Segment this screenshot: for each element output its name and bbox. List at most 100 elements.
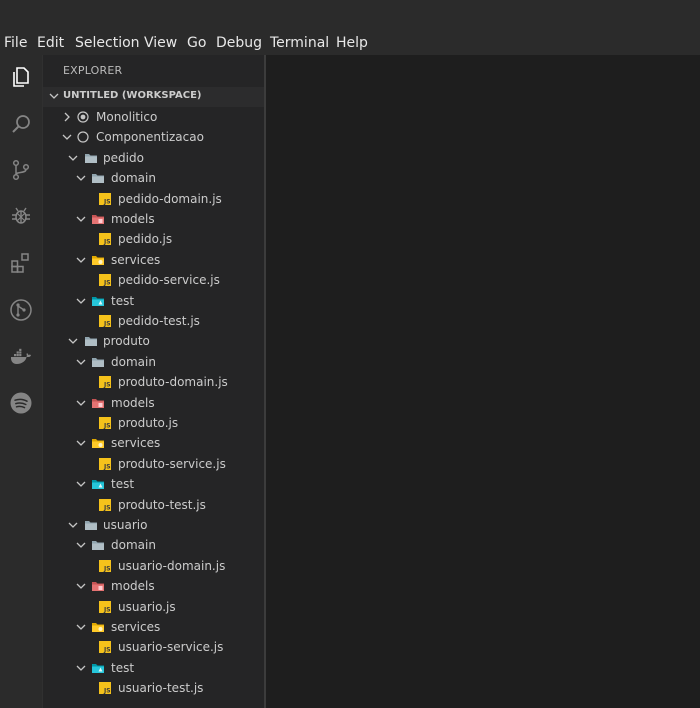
folder-test-icon <box>91 477 105 491</box>
tree-item-label: test <box>111 477 135 492</box>
tree-item-label: usuario-test.js <box>118 681 204 696</box>
tree-folder-produto-domain[interactable]: domain <box>43 352 265 372</box>
spotify-icon[interactable] <box>8 390 34 416</box>
tree-folder-usuario-test[interactable]: test <box>43 658 265 678</box>
chevron-down-icon <box>67 152 79 164</box>
menu-selection[interactable]: Selection <box>75 34 140 53</box>
menu-help[interactable]: Help <box>336 34 368 53</box>
tree-folder-usuario-models[interactable]: models <box>43 576 265 596</box>
debug-icon[interactable] <box>8 203 34 229</box>
chevron-right-icon <box>61 111 73 123</box>
tree-file-produto-domain[interactable]: produto-domain.js <box>43 372 265 392</box>
tree-file-usuario-domain[interactable]: usuario-domain.js <box>43 556 265 576</box>
tree-item-label: produto.js <box>118 416 179 430</box>
search-icon[interactable] <box>8 111 34 137</box>
chevron-down-icon <box>75 356 87 368</box>
chevron-down-icon <box>67 335 79 347</box>
docker-icon[interactable] <box>8 344 34 370</box>
extensions-icon[interactable] <box>8 250 34 276</box>
chevron-down-icon <box>75 539 87 551</box>
folder-icon <box>91 171 105 185</box>
menu-debug[interactable]: Debug <box>216 34 262 53</box>
js-file-icon <box>98 457 112 471</box>
source-control-icon[interactable] <box>8 157 34 183</box>
tree-folder-produto-test[interactable]: test <box>43 474 265 494</box>
chevron-down-icon <box>61 131 73 143</box>
tree-item-label: usuario <box>103 518 148 532</box>
folder-icon <box>84 518 98 532</box>
git-graph-icon[interactable] <box>8 297 34 323</box>
title-bar <box>0 0 700 32</box>
chevron-down-icon <box>75 397 87 409</box>
folder-icon <box>84 334 98 348</box>
menu-terminal[interactable]: Terminal <box>270 34 329 53</box>
workspace-header[interactable]: UNTITLED (WORKSPACE) <box>43 87 265 107</box>
tree-item-label: pedido-service.js <box>118 273 220 288</box>
tree-folder-usuario[interactable]: usuario <box>43 515 265 535</box>
tree-item-label: domain <box>111 538 156 553</box>
tree-folder-pedido-models[interactable]: models <box>43 209 265 229</box>
tree-item-label: test <box>111 293 135 308</box>
menu-bar: File Edit Selection View Go Debug Termin… <box>0 32 700 55</box>
tree-item-label: models <box>111 212 155 226</box>
tree-item-label: Componentizacao <box>96 130 204 145</box>
js-file-icon <box>98 232 112 246</box>
tree-file-usuario-models[interactable]: usuario.js <box>43 597 265 617</box>
tree-file-pedido-models[interactable]: pedido.js <box>43 229 265 249</box>
tree-file-produto-models[interactable]: produto.js <box>43 413 265 433</box>
tree-folder-usuario-domain[interactable]: domain <box>43 535 265 555</box>
tree-folder-produto-services[interactable]: services <box>43 433 265 453</box>
js-file-icon <box>98 192 112 206</box>
tree-item-label: models <box>111 579 155 594</box>
tree-item-label: services <box>111 436 161 451</box>
chevron-down-icon <box>75 295 87 307</box>
menu-view[interactable]: View <box>144 34 177 53</box>
tree-folder-usuario-services[interactable]: services <box>43 617 265 637</box>
tree-file-produto-services[interactable]: produto-service.js <box>43 454 265 474</box>
tree-item-label: usuario-service.js <box>118 640 224 655</box>
js-file-icon <box>98 375 112 389</box>
chevron-down-icon <box>75 254 87 266</box>
chevron-down-icon <box>75 172 87 184</box>
tree-folder-pedido-test[interactable]: test <box>43 291 265 311</box>
tree-folder-monolitico[interactable]: Monolitico <box>43 107 265 127</box>
tree-file-pedido-test[interactable]: pedido-test.js <box>43 311 265 331</box>
tree-file-usuario-services[interactable]: usuario-service.js <box>43 637 265 657</box>
tree-file-usuario-test[interactable]: usuario-test.js <box>43 678 265 698</box>
radio-dot-icon <box>76 110 90 124</box>
js-file-icon <box>98 559 112 573</box>
tree-folder-pedido-domain[interactable]: domain <box>43 168 265 188</box>
tree-folder-pedido[interactable]: pedido <box>43 148 265 168</box>
tree-item-label: domain <box>111 354 156 369</box>
tree-file-pedido-domain[interactable]: pedido-domain.js <box>43 189 265 209</box>
js-file-icon <box>98 498 112 512</box>
tree-folder-componentizacao[interactable]: Componentizacao <box>43 127 265 147</box>
tree-item-label: pedido-domain.js <box>118 191 222 206</box>
tree-item-label: domain <box>111 171 156 186</box>
tree-file-produto-test[interactable]: produto-test.js <box>43 495 265 515</box>
files-icon[interactable] <box>8 64 34 90</box>
folder-icon <box>91 355 105 369</box>
folder-test-icon <box>91 661 105 675</box>
chevron-down-icon <box>75 437 87 449</box>
chevron-down-icon <box>75 580 87 592</box>
tree-item-label: produto-test.js <box>118 497 206 512</box>
folder-test-icon <box>91 294 105 308</box>
explorer-title: EXPLORER <box>63 64 123 77</box>
tree-folder-pedido-services[interactable]: services <box>43 250 265 270</box>
folder-models-icon <box>91 212 105 226</box>
workspace-title: UNTITLED (WORKSPACE) <box>63 90 202 101</box>
tree-item-label: services <box>111 252 161 267</box>
chevron-down-icon <box>48 90 60 102</box>
menu-file[interactable]: File <box>4 34 27 53</box>
js-file-icon <box>98 681 112 695</box>
tree-item-label: services <box>111 620 161 634</box>
tree-folder-produto[interactable]: produto <box>43 331 265 351</box>
tree-file-pedido-services[interactable]: pedido-service.js <box>43 270 265 290</box>
chevron-down-icon <box>75 621 87 633</box>
menu-go[interactable]: Go <box>187 34 206 53</box>
tree-folder-produto-models[interactable]: models <box>43 393 265 413</box>
tree-item-label: pedido-test.js <box>118 314 200 328</box>
menu-edit[interactable]: Edit <box>37 34 64 53</box>
folder-icon <box>91 538 105 552</box>
